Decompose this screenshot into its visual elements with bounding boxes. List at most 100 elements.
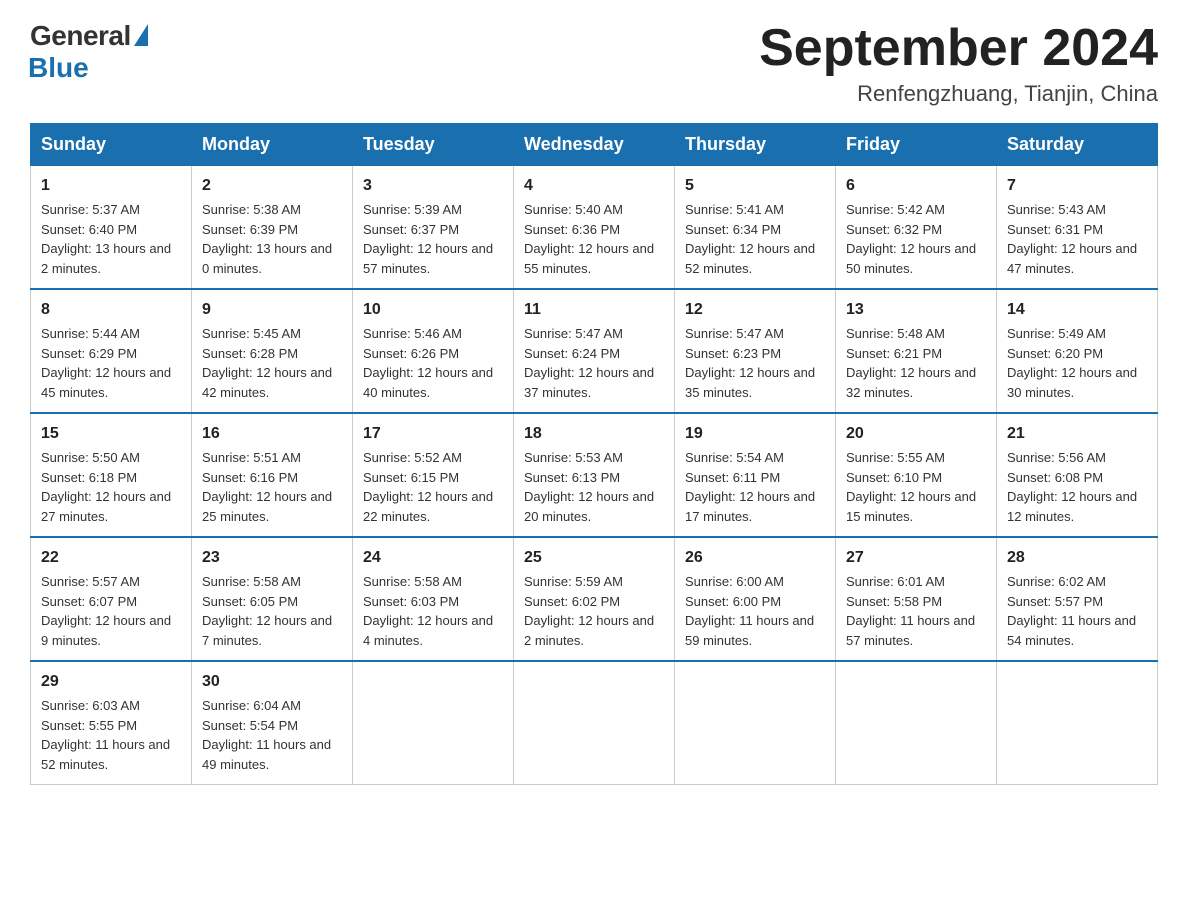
title-section: September 2024 Renfengzhuang, Tianjin, C… [759,20,1158,107]
calendar-cell: 6Sunrise: 5:42 AMSunset: 6:32 PMDaylight… [836,166,997,290]
calendar-cell: 9Sunrise: 5:45 AMSunset: 6:28 PMDaylight… [192,289,353,413]
page-header: General Blue September 2024 Renfengzhuan… [30,20,1158,107]
calendar-cell [353,661,514,785]
day-info: Sunrise: 5:44 AMSunset: 6:29 PMDaylight:… [41,324,181,402]
day-info: Sunrise: 5:50 AMSunset: 6:18 PMDaylight:… [41,448,181,526]
day-number: 11 [524,298,664,322]
day-number: 4 [524,174,664,198]
day-info: Sunrise: 5:45 AMSunset: 6:28 PMDaylight:… [202,324,342,402]
day-number: 30 [202,670,342,694]
day-info: Sunrise: 6:03 AMSunset: 5:55 PMDaylight:… [41,696,181,774]
day-info: Sunrise: 5:51 AMSunset: 6:16 PMDaylight:… [202,448,342,526]
day-number: 13 [846,298,986,322]
day-number: 19 [685,422,825,446]
day-number: 22 [41,546,181,570]
day-info: Sunrise: 5:58 AMSunset: 6:03 PMDaylight:… [363,572,503,650]
day-info: Sunrise: 6:00 AMSunset: 6:00 PMDaylight:… [685,572,825,650]
day-info: Sunrise: 5:52 AMSunset: 6:15 PMDaylight:… [363,448,503,526]
header-cell-monday: Monday [192,124,353,166]
calendar-cell: 16Sunrise: 5:51 AMSunset: 6:16 PMDayligh… [192,413,353,537]
calendar-cell: 14Sunrise: 5:49 AMSunset: 6:20 PMDayligh… [997,289,1158,413]
calendar-cell: 12Sunrise: 5:47 AMSunset: 6:23 PMDayligh… [675,289,836,413]
day-number: 16 [202,422,342,446]
header-cell-friday: Friday [836,124,997,166]
day-number: 27 [846,546,986,570]
day-number: 5 [685,174,825,198]
day-info: Sunrise: 5:59 AMSunset: 6:02 PMDaylight:… [524,572,664,650]
header-cell-sunday: Sunday [31,124,192,166]
day-number: 26 [685,546,825,570]
day-number: 6 [846,174,986,198]
day-info: Sunrise: 5:55 AMSunset: 6:10 PMDaylight:… [846,448,986,526]
calendar-table: SundayMondayTuesdayWednesdayThursdayFrid… [30,123,1158,785]
calendar-cell: 17Sunrise: 5:52 AMSunset: 6:15 PMDayligh… [353,413,514,537]
day-info: Sunrise: 5:46 AMSunset: 6:26 PMDaylight:… [363,324,503,402]
calendar-week-2: 8Sunrise: 5:44 AMSunset: 6:29 PMDaylight… [31,289,1158,413]
calendar-cell: 13Sunrise: 5:48 AMSunset: 6:21 PMDayligh… [836,289,997,413]
calendar-cell: 24Sunrise: 5:58 AMSunset: 6:03 PMDayligh… [353,537,514,661]
calendar-cell [675,661,836,785]
calendar-cell: 8Sunrise: 5:44 AMSunset: 6:29 PMDaylight… [31,289,192,413]
calendar-cell: 27Sunrise: 6:01 AMSunset: 5:58 PMDayligh… [836,537,997,661]
day-info: Sunrise: 5:47 AMSunset: 6:24 PMDaylight:… [524,324,664,402]
calendar-subtitle: Renfengzhuang, Tianjin, China [759,81,1158,107]
day-info: Sunrise: 5:48 AMSunset: 6:21 PMDaylight:… [846,324,986,402]
day-number: 28 [1007,546,1147,570]
header-cell-tuesday: Tuesday [353,124,514,166]
calendar-week-4: 22Sunrise: 5:57 AMSunset: 6:07 PMDayligh… [31,537,1158,661]
logo: General Blue [30,20,148,84]
header-row: SundayMondayTuesdayWednesdayThursdayFrid… [31,124,1158,166]
calendar-title: September 2024 [759,20,1158,77]
day-number: 20 [846,422,986,446]
calendar-cell: 18Sunrise: 5:53 AMSunset: 6:13 PMDayligh… [514,413,675,537]
day-number: 25 [524,546,664,570]
calendar-cell: 22Sunrise: 5:57 AMSunset: 6:07 PMDayligh… [31,537,192,661]
calendar-cell: 1Sunrise: 5:37 AMSunset: 6:40 PMDaylight… [31,166,192,290]
day-info: Sunrise: 5:38 AMSunset: 6:39 PMDaylight:… [202,200,342,278]
calendar-cell: 21Sunrise: 5:56 AMSunset: 6:08 PMDayligh… [997,413,1158,537]
day-info: Sunrise: 5:58 AMSunset: 6:05 PMDaylight:… [202,572,342,650]
day-info: Sunrise: 5:53 AMSunset: 6:13 PMDaylight:… [524,448,664,526]
day-number: 10 [363,298,503,322]
day-info: Sunrise: 5:56 AMSunset: 6:08 PMDaylight:… [1007,448,1147,526]
day-info: Sunrise: 6:04 AMSunset: 5:54 PMDaylight:… [202,696,342,774]
day-number: 15 [41,422,181,446]
day-number: 24 [363,546,503,570]
day-info: Sunrise: 5:57 AMSunset: 6:07 PMDaylight:… [41,572,181,650]
calendar-cell: 19Sunrise: 5:54 AMSunset: 6:11 PMDayligh… [675,413,836,537]
day-number: 3 [363,174,503,198]
calendar-cell: 15Sunrise: 5:50 AMSunset: 6:18 PMDayligh… [31,413,192,537]
calendar-cell: 10Sunrise: 5:46 AMSunset: 6:26 PMDayligh… [353,289,514,413]
day-info: Sunrise: 6:01 AMSunset: 5:58 PMDaylight:… [846,572,986,650]
day-info: Sunrise: 5:54 AMSunset: 6:11 PMDaylight:… [685,448,825,526]
day-number: 18 [524,422,664,446]
day-info: Sunrise: 5:40 AMSunset: 6:36 PMDaylight:… [524,200,664,278]
calendar-cell: 11Sunrise: 5:47 AMSunset: 6:24 PMDayligh… [514,289,675,413]
day-info: Sunrise: 5:47 AMSunset: 6:23 PMDaylight:… [685,324,825,402]
calendar-cell: 25Sunrise: 5:59 AMSunset: 6:02 PMDayligh… [514,537,675,661]
header-cell-saturday: Saturday [997,124,1158,166]
day-info: Sunrise: 5:43 AMSunset: 6:31 PMDaylight:… [1007,200,1147,278]
logo-general-text: General [30,20,131,52]
day-info: Sunrise: 5:41 AMSunset: 6:34 PMDaylight:… [685,200,825,278]
day-number: 9 [202,298,342,322]
calendar-cell: 30Sunrise: 6:04 AMSunset: 5:54 PMDayligh… [192,661,353,785]
day-info: Sunrise: 5:42 AMSunset: 6:32 PMDaylight:… [846,200,986,278]
calendar-cell: 29Sunrise: 6:03 AMSunset: 5:55 PMDayligh… [31,661,192,785]
calendar-cell: 2Sunrise: 5:38 AMSunset: 6:39 PMDaylight… [192,166,353,290]
calendar-cell: 23Sunrise: 5:58 AMSunset: 6:05 PMDayligh… [192,537,353,661]
logo-triangle-icon [134,24,148,46]
day-number: 8 [41,298,181,322]
logo-blue-text: Blue [28,52,89,84]
calendar-week-5: 29Sunrise: 6:03 AMSunset: 5:55 PMDayligh… [31,661,1158,785]
day-number: 1 [41,174,181,198]
calendar-cell [514,661,675,785]
day-info: Sunrise: 5:37 AMSunset: 6:40 PMDaylight:… [41,200,181,278]
header-cell-thursday: Thursday [675,124,836,166]
day-number: 7 [1007,174,1147,198]
day-number: 12 [685,298,825,322]
day-number: 17 [363,422,503,446]
calendar-week-1: 1Sunrise: 5:37 AMSunset: 6:40 PMDaylight… [31,166,1158,290]
day-number: 29 [41,670,181,694]
calendar-cell: 5Sunrise: 5:41 AMSunset: 6:34 PMDaylight… [675,166,836,290]
